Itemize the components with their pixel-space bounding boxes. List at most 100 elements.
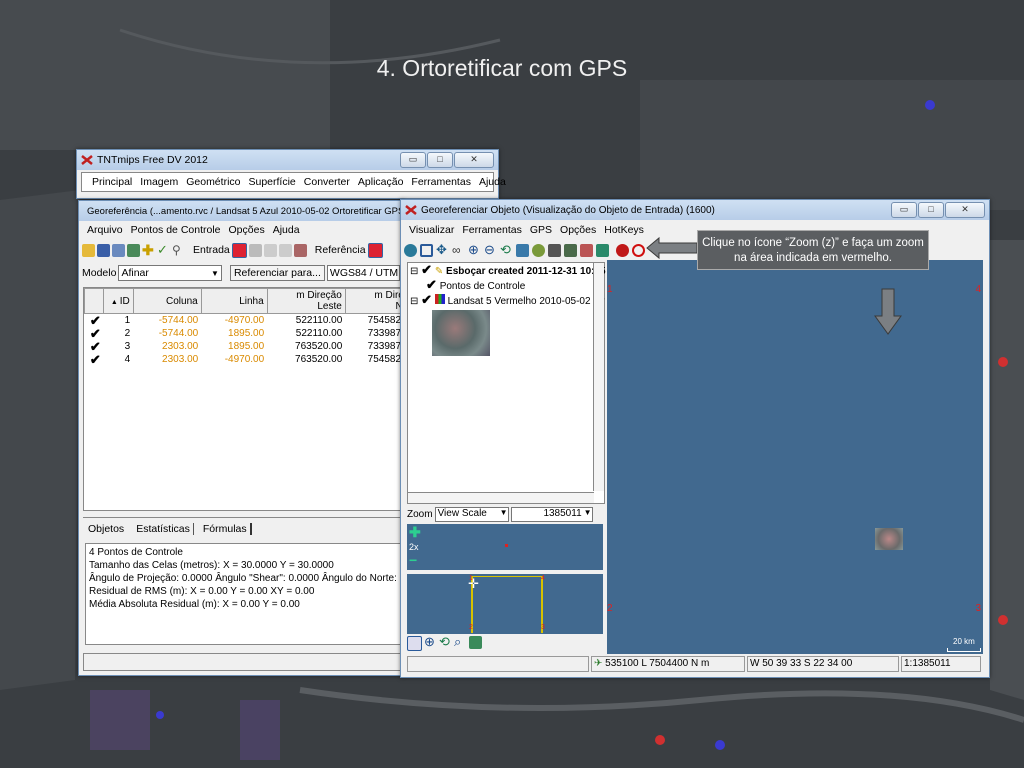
menu-superficie[interactable]: Superfície (245, 176, 300, 188)
tools-icon[interactable] (580, 243, 593, 257)
grid-icon[interactable] (516, 243, 529, 257)
menu-pontos-de-controle[interactable]: Pontos de Controle (127, 224, 225, 236)
layer-check-icon[interactable]: ✔ (421, 262, 432, 277)
collapse-icon[interactable]: ⊟ (410, 266, 418, 277)
table-icon[interactable] (127, 243, 140, 257)
add-point-icon[interactable]: ✚ (142, 243, 155, 257)
modelo-label: Modelo (82, 267, 117, 279)
control-point-1[interactable]: 1 (607, 284, 613, 295)
column-header-id[interactable]: ▲ ID (103, 288, 134, 314)
menu-opcoes[interactable]: Opções (556, 224, 600, 236)
locator-zoom-icon[interactable]: ⌕ (454, 635, 467, 649)
layer-group-label: Esboçar created 2011-12-31 10:25 (446, 266, 606, 277)
table-horizontal-scrollbar[interactable] (83, 509, 401, 518)
main-map-view[interactable]: 1 4 2 3 20 km (607, 260, 983, 654)
house-icon[interactable] (548, 243, 561, 257)
menu-ferramentas[interactable]: Ferramentas (458, 224, 526, 236)
menu-aplicacao[interactable]: Aplicação (354, 176, 408, 188)
layer-icon[interactable] (596, 243, 609, 257)
locator-extent-frame[interactable] (471, 576, 543, 633)
column-header-coluna[interactable]: Coluna (132, 288, 202, 314)
maximize-icon[interactable]: □ (427, 152, 453, 168)
menu-geometrico[interactable]: Geométrico (182, 176, 244, 188)
locator-map[interactable]: ✛ 1 4 2 3 (407, 574, 603, 634)
locator-zoom-previous-icon[interactable]: ⟲ (439, 635, 452, 649)
entrada-view-icon[interactable] (231, 242, 247, 258)
minimize-icon[interactable]: ▭ (400, 152, 426, 168)
control-point-2[interactable]: 2 (607, 603, 613, 614)
georef-titlebar[interactable]: Georeferência (...amento.rvc / Landsat 5… (79, 201, 403, 221)
zoom-in-plus-icon[interactable]: ✚ (409, 524, 421, 541)
zoom-z-icon[interactable] (632, 243, 645, 257)
control-point-4[interactable]: 4 (975, 284, 981, 295)
menu-opcoes[interactable]: Opções (225, 224, 269, 236)
tab-estatisticas[interactable]: Estatísticas (133, 523, 194, 535)
column-header-norte[interactable]: m Direção Norte (344, 288, 402, 314)
table-row[interactable]: ✔ 3 2303.00 1895.00 763520.00 7339870.00 (85, 340, 402, 353)
table-row[interactable]: ✔ 1 -5744.00 -4970.00 522110.00 7545820.… (85, 314, 402, 328)
locator-zoom-in-icon[interactable]: ⊕ (424, 635, 437, 649)
menu-ferramentas[interactable]: Ferramentas (407, 176, 475, 188)
menu-arquivo[interactable]: Arquivo (83, 224, 127, 236)
projection-field[interactable]: WGS84 / UTM zo (326, 265, 400, 281)
tab-formulas[interactable]: Fórmulas (200, 523, 252, 535)
menu-imagem[interactable]: Imagem (136, 176, 182, 188)
redraw-icon[interactable] (404, 243, 417, 257)
close-icon[interactable]: ✕ (454, 152, 494, 168)
modelo-select[interactable]: Afinar ▼ (118, 265, 222, 281)
row-check-icon[interactable]: ✔ (85, 353, 104, 366)
menu-ajuda[interactable]: Ajuda (269, 224, 304, 236)
referenciar-para-button[interactable]: Referenciar para... (229, 265, 325, 281)
maximize-icon[interactable]: □ (918, 202, 944, 218)
open-folder-icon[interactable] (82, 243, 95, 257)
minimize-icon[interactable]: ▭ (891, 202, 917, 218)
georef-menubar: Arquivo Pontos de Controle Opções Ajuda (79, 221, 403, 239)
layer-group-row[interactable]: ⊟ ✔ ✎ Esboçar created 2011-12-31 10:25 (408, 262, 606, 278)
binoculars-icon[interactable]: ∞ (452, 244, 465, 257)
pin-icon[interactable]: ⚲ (172, 244, 185, 257)
menu-ajuda[interactable]: Ajuda (475, 176, 510, 188)
referencia-view-icon[interactable] (367, 242, 383, 258)
zoom-value-field[interactable]: 1385011 ▼ (510, 507, 593, 522)
zoom-in-icon[interactable]: ⊕ (468, 243, 481, 257)
legend-icon[interactable] (407, 636, 422, 651)
zoom-out-icon[interactable]: ⊖ (484, 243, 497, 257)
zoom-mode-select[interactable]: View Scale ▼ (434, 507, 509, 522)
column-header-leste[interactable]: m Direção Leste (266, 288, 346, 314)
menu-hotkeys[interactable]: HotKeys (600, 224, 648, 236)
layer-tree-vscrollbar[interactable] (593, 263, 604, 491)
pan-icon[interactable]: ✥ (436, 243, 449, 257)
stop-icon[interactable] (616, 243, 629, 257)
gps-icon[interactable] (532, 243, 545, 257)
list-icon[interactable] (112, 243, 125, 257)
entrada-tool-d-icon[interactable] (293, 243, 307, 257)
layer-check-icon[interactable]: ✔ (426, 277, 437, 292)
layer-row-raster[interactable]: ⊟ ✔ Landsat 5 Vermelho 2010-05-02 Or (408, 293, 604, 308)
close-icon[interactable]: ✕ (945, 202, 985, 218)
column-header-linha[interactable]: Linha (200, 288, 268, 314)
entrada-tool-b-icon[interactable] (263, 243, 277, 257)
layer-tree-hscrollbar[interactable] (408, 492, 594, 503)
zoom-out-minus-icon[interactable]: − (409, 552, 417, 568)
collapse-icon[interactable]: ⊟ (410, 296, 418, 307)
control-point-3[interactable]: 3 (975, 603, 981, 614)
locator-map-icon[interactable] (469, 636, 482, 649)
accept-icon[interactable]: ✓ (157, 243, 170, 257)
tab-objetos[interactable]: Objetos (85, 523, 127, 535)
table-row[interactable]: ✔ 4 2303.00 -4970.00 763520.00 7545820.0… (85, 353, 402, 366)
camera-icon[interactable] (564, 243, 577, 257)
save-icon[interactable] (97, 243, 110, 257)
menu-visualizar[interactable]: Visualizar (405, 224, 458, 236)
zoom-mode-value: View Scale (437, 508, 487, 519)
entrada-tool-c-icon[interactable] (278, 243, 292, 257)
menu-principal[interactable]: Principal (88, 176, 136, 188)
layer-row-control-points[interactable]: ✔ Pontos de Controle (408, 278, 604, 293)
zoom-previous-icon[interactable]: ⟲ (500, 243, 513, 257)
entrada-tool-a-icon[interactable] (248, 243, 262, 257)
menu-converter[interactable]: Converter (300, 176, 354, 188)
full-view-icon[interactable] (420, 243, 433, 257)
menu-gps[interactable]: GPS (526, 224, 556, 236)
layer-check-icon[interactable]: ✔ (421, 292, 432, 307)
table-row[interactable]: ✔ 2 -5744.00 1895.00 522110.00 7339870.0… (85, 327, 402, 340)
row-check-icon[interactable]: ✔ (85, 314, 104, 328)
